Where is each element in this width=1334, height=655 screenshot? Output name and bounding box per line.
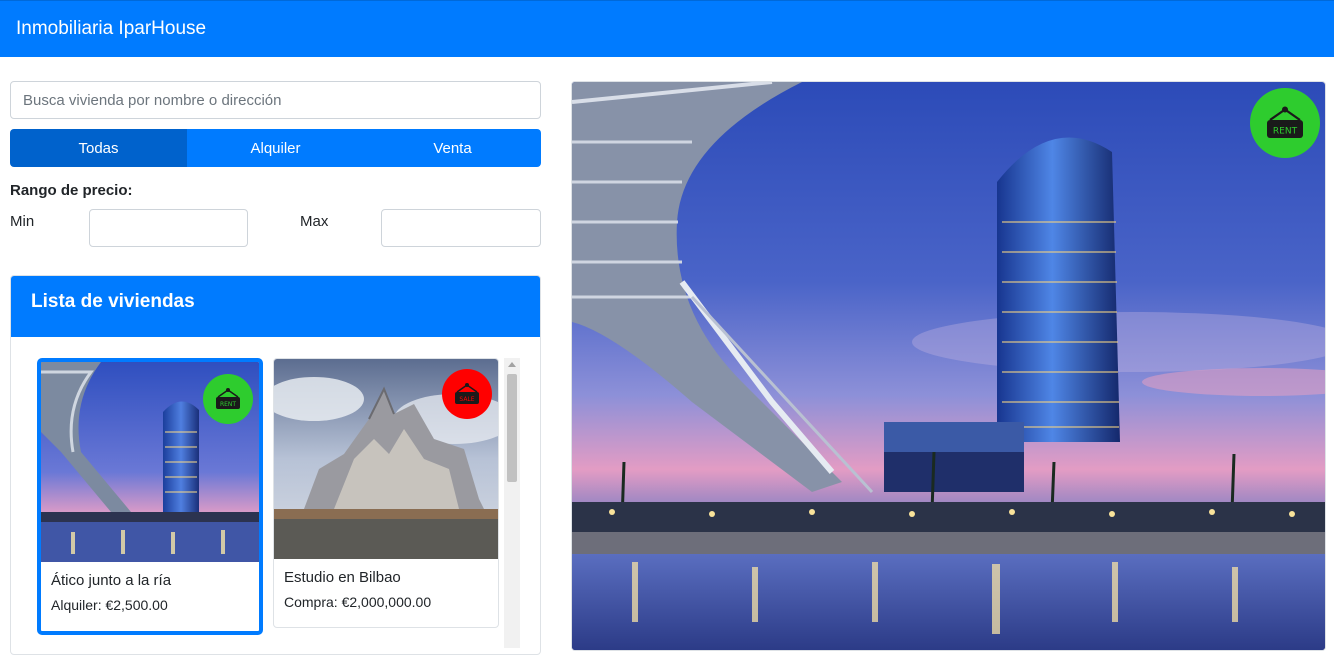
price-range-label: Rango de precio: — [10, 182, 133, 199]
min-price-input[interactable] — [89, 209, 248, 247]
detail-photo — [572, 82, 1325, 650]
property-card-atico[interactable]: RENT Ático junto a la ría Alquiler: €2,5… — [37, 358, 263, 635]
property-name: Ático junto a la ría — [51, 572, 172, 589]
svg-text:RENT: RENT — [220, 401, 236, 408]
svg-text:SALE: SALE — [459, 396, 474, 403]
filter-button-group: Todas Alquiler Venta — [10, 129, 541, 167]
max-label: Max — [300, 213, 329, 230]
rent-sign-icon: RENT — [1250, 88, 1320, 158]
property-price: Alquiler: €2,500.00 — [51, 597, 168, 613]
scroll-up-arrow-icon[interactable] — [508, 362, 516, 367]
property-name: Estudio en Bilbao — [284, 569, 401, 586]
left-panel: Todas Alquiler Venta Rango de precio: Mi… — [10, 81, 541, 261]
scrollbar-thumb[interactable] — [507, 374, 517, 482]
property-card-estudio[interactable]: SALE Estudio en Bilbao Compra: €2,000,00… — [273, 358, 499, 628]
top-navbar: Inmobiliaria IparHouse — [0, 0, 1334, 57]
filter-todas-button[interactable]: Todas — [10, 129, 187, 167]
sale-sign-icon: SALE — [442, 369, 492, 419]
filter-venta-button[interactable]: Venta — [364, 129, 541, 167]
filter-alquiler-button[interactable]: Alquiler — [187, 129, 364, 167]
property-detail-image: RENT — [571, 81, 1326, 651]
list-scrollbar[interactable] — [504, 358, 520, 648]
rent-sign-icon: RENT — [203, 374, 253, 424]
max-price-input[interactable] — [381, 209, 541, 247]
min-label: Min — [10, 213, 35, 230]
search-input[interactable] — [10, 81, 541, 119]
property-list-card: Lista de viviendas RENT Ático junto a la… — [10, 275, 541, 655]
price-range-row: Min Max — [10, 209, 541, 261]
brand-title[interactable]: Inmobiliaria IparHouse — [16, 18, 206, 40]
property-list-title: Lista de viviendas — [11, 276, 540, 337]
svg-text:RENT: RENT — [1273, 127, 1298, 137]
property-price: Compra: €2,000,000.00 — [284, 594, 432, 610]
